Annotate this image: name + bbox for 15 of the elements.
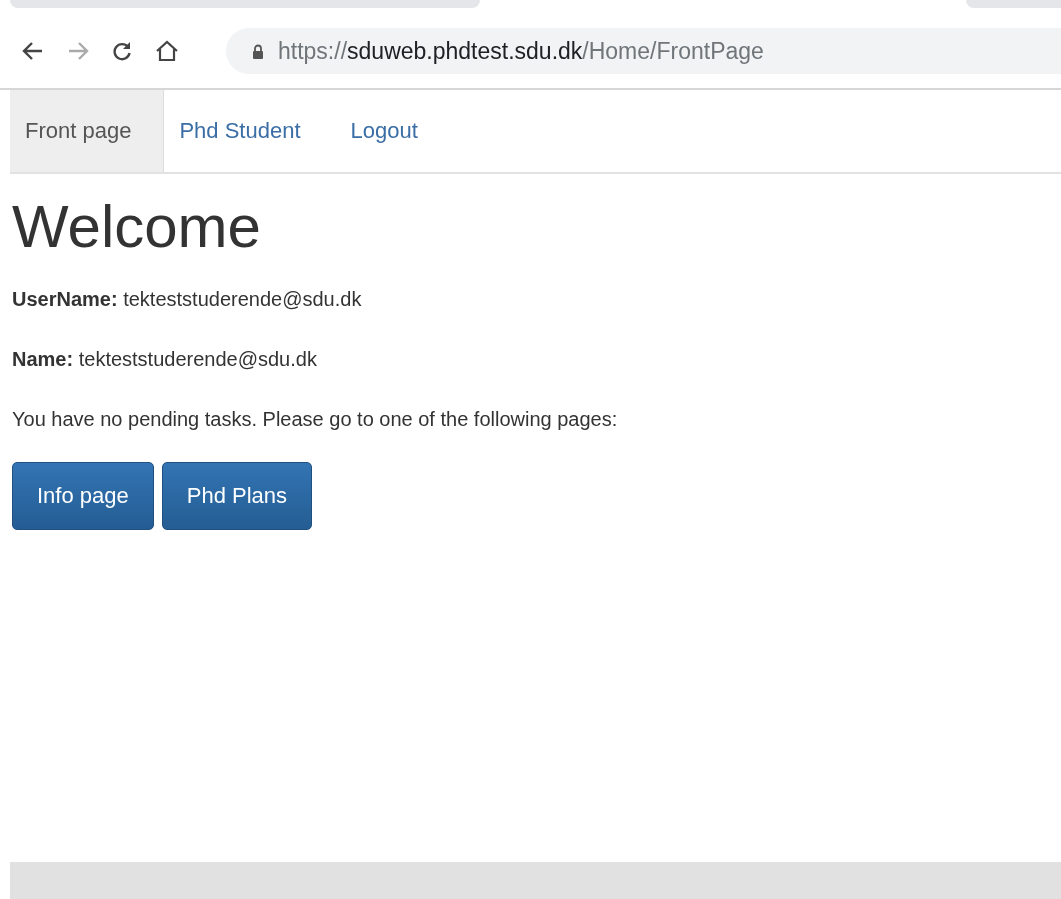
nav-tab[interactable]: Logout bbox=[335, 90, 453, 172]
url-text: https://sduweb.phdtest.sdu.dk/Home/FrontPage bbox=[278, 37, 764, 65]
field-line: Name: tekteststuderende@sdu.dk bbox=[12, 347, 318, 372]
lock-icon bbox=[252, 43, 264, 59]
back-icon[interactable] bbox=[22, 41, 44, 61]
reload-icon[interactable] bbox=[112, 41, 132, 61]
nav-button[interactable]: Info page bbox=[12, 462, 154, 530]
nav-tab[interactable]: Phd Student bbox=[164, 90, 336, 172]
nav-tab[interactable]: Front page bbox=[10, 90, 165, 172]
page-heading: Welcome bbox=[12, 194, 262, 260]
address-bar[interactable]: https://sduweb.phdtest.sdu.dk/Home/FrontPage bbox=[226, 28, 1061, 74]
home-icon[interactable] bbox=[155, 40, 179, 62]
message-text: You have no pending tasks. Please go to one of the following pages: bbox=[12, 407, 619, 432]
field-line: UserName: tekteststuderende@sdu.dk bbox=[12, 287, 363, 312]
nav-button[interactable]: Phd Plans bbox=[161, 462, 313, 530]
